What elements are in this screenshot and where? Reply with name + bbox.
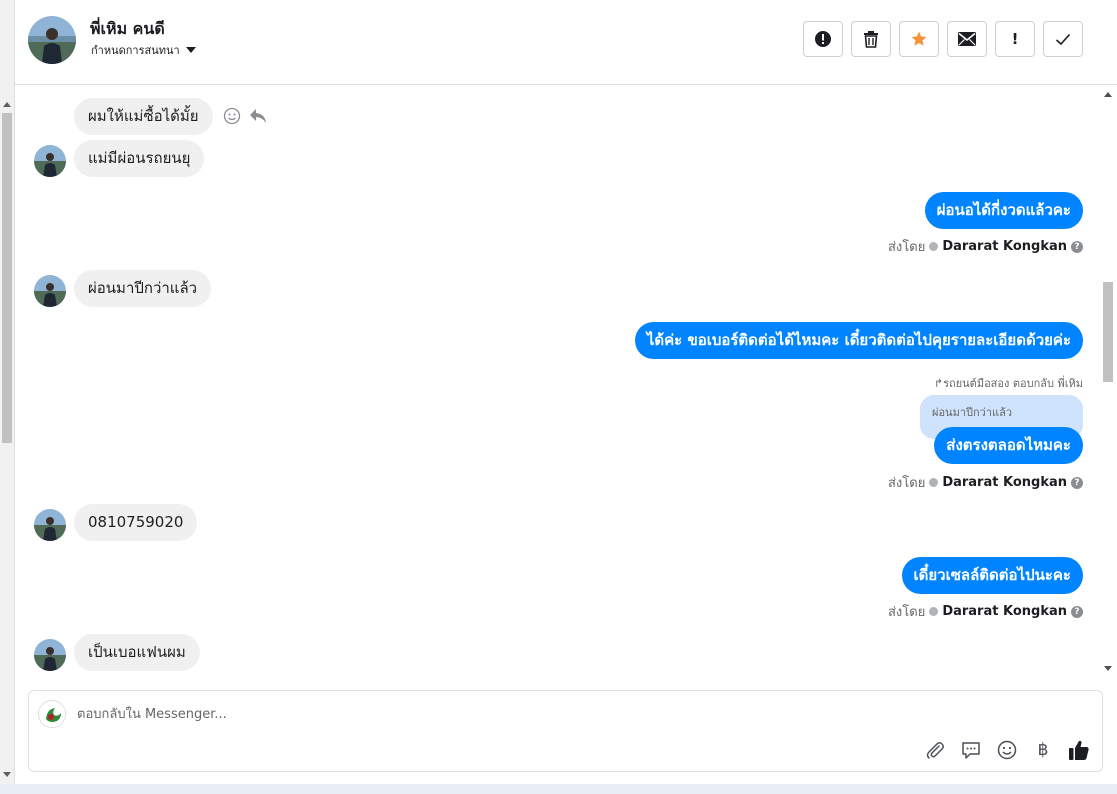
- contact-avatar-small: [34, 509, 66, 541]
- incoming-message[interactable]: ผ่อนมาปีกว่าแล้ว: [74, 270, 212, 307]
- exclamation-icon: !: [1011, 30, 1019, 48]
- sent-by-prefix: ส่งโดย: [887, 605, 926, 620]
- delete-button[interactable]: [851, 21, 891, 57]
- scroll-down-arrow-icon[interactable]: [1104, 666, 1112, 671]
- mark-done-button[interactable]: [1043, 21, 1083, 57]
- contact-avatar-small: [34, 275, 66, 307]
- thumbs-up-icon: [1069, 740, 1089, 760]
- reply-context-note: ↱รถยนต์มือสอง ตอบกลับ พี่เหิม: [933, 377, 1083, 390]
- outgoing-message[interactable]: ได้ค่ะ ขอเบอร์ติดต่อได้ไหมคะ เดี๋ยวติดต่…: [634, 322, 1083, 359]
- incoming-message[interactable]: 0810759020: [74, 504, 198, 541]
- contact-name: พี่เหิม คนดี: [90, 19, 165, 38]
- page-scrollbar-thumb[interactable]: [2, 113, 12, 443]
- sent-by-info: ส่งโดย Dararat Kongkan ?: [888, 472, 1083, 493]
- help-icon[interactable]: ?: [1071, 240, 1083, 253]
- emoji-button[interactable]: [996, 739, 1018, 761]
- contact-avatar-small: [34, 145, 66, 177]
- assign-conversation-dropdown[interactable]: กำหนดการสนทนา: [91, 41, 196, 59]
- contact-avatar[interactable]: [28, 16, 76, 64]
- scroll-down-arrow-icon[interactable]: [3, 772, 11, 777]
- composer-toolbar: ฿: [924, 739, 1090, 761]
- smiley-icon: [997, 740, 1017, 760]
- help-icon[interactable]: ?: [1071, 476, 1083, 489]
- reply-icon[interactable]: [249, 108, 267, 124]
- sent-by-info: ส่งโดย Dararat Kongkan ?: [888, 236, 1083, 257]
- incoming-message[interactable]: แม่มีผ่อนรถยนยุ: [74, 140, 205, 177]
- payment-button[interactable]: ฿: [1032, 739, 1054, 761]
- envelope-icon: [958, 32, 976, 46]
- star-icon: [911, 31, 927, 46]
- mark-spam-button[interactable]: [803, 21, 843, 57]
- outgoing-message[interactable]: เดี๋ยวเซลล์ติดต่อไปนะคะ: [901, 557, 1083, 594]
- chat-bubble-icon: [962, 742, 980, 759]
- user-icon: [929, 478, 939, 487]
- saved-replies-button[interactable]: [960, 739, 982, 761]
- header-actions: !: [803, 21, 1083, 57]
- sent-by-info: ส่งโดย Dararat Kongkan ?: [888, 601, 1083, 622]
- sent-by-prefix: ส่งโดย: [887, 240, 926, 255]
- check-icon: [1055, 33, 1071, 45]
- incoming-message[interactable]: ผมให้แม่ซื้อได้มั้ย: [74, 98, 213, 135]
- message-composer: ฿: [28, 690, 1103, 772]
- reply-input[interactable]: [77, 703, 677, 725]
- sent-by-prefix: ส่งโดย: [887, 476, 926, 491]
- paperclip-icon: [926, 742, 944, 759]
- scroll-up-arrow-icon[interactable]: [3, 102, 11, 107]
- mark-unread-button[interactable]: [947, 21, 987, 57]
- alert-circle-icon: [815, 31, 831, 47]
- attach-button[interactable]: [924, 739, 946, 761]
- conversation-header: พี่เหิม คนดี กำหนดการสนทนา !: [15, 0, 1117, 85]
- message-tools: [223, 107, 267, 125]
- page-scrollbar[interactable]: [0, 0, 14, 784]
- thread-scrollbar-thumb[interactable]: [1103, 282, 1113, 382]
- assign-conversation-label: กำหนดการสนทนา: [91, 44, 180, 57]
- conversation-panel: พี่เหิม คนดี กำหนดการสนทนา ! ผมให้แม่ซื้…: [14, 0, 1117, 784]
- smiley-icon[interactable]: [223, 107, 241, 125]
- message-thread[interactable]: ผมให้แม่ซื้อได้มั้ย แม่มีผ่อนรถยนยุ ผ่อน…: [15, 86, 1117, 680]
- scroll-up-arrow-icon[interactable]: [1104, 92, 1112, 97]
- incoming-message[interactable]: เป็นเบอแฟนผม: [74, 634, 200, 671]
- user-icon: [929, 607, 939, 616]
- chevron-down-icon: [185, 47, 196, 53]
- sender-name: Dararat Kongkan: [942, 475, 1067, 490]
- user-icon: [929, 242, 939, 251]
- follow-up-button[interactable]: !: [995, 21, 1035, 57]
- outgoing-message[interactable]: ผ่อนอได้กี่งวดแล้วคะ: [924, 192, 1083, 229]
- baht-icon: ฿: [1037, 740, 1049, 760]
- page-avatar: [38, 700, 66, 728]
- star-button[interactable]: [899, 21, 939, 57]
- trash-icon: [864, 31, 878, 48]
- thread-scrollbar[interactable]: [1100, 86, 1116, 680]
- outgoing-message[interactable]: ส่งตรงตลอดไหมคะ: [934, 427, 1083, 464]
- sender-name: Dararat Kongkan: [942, 239, 1067, 254]
- help-icon[interactable]: ?: [1071, 605, 1083, 618]
- sender-name: Dararat Kongkan: [942, 604, 1067, 619]
- contact-avatar-small: [34, 639, 66, 671]
- like-button[interactable]: [1068, 739, 1090, 761]
